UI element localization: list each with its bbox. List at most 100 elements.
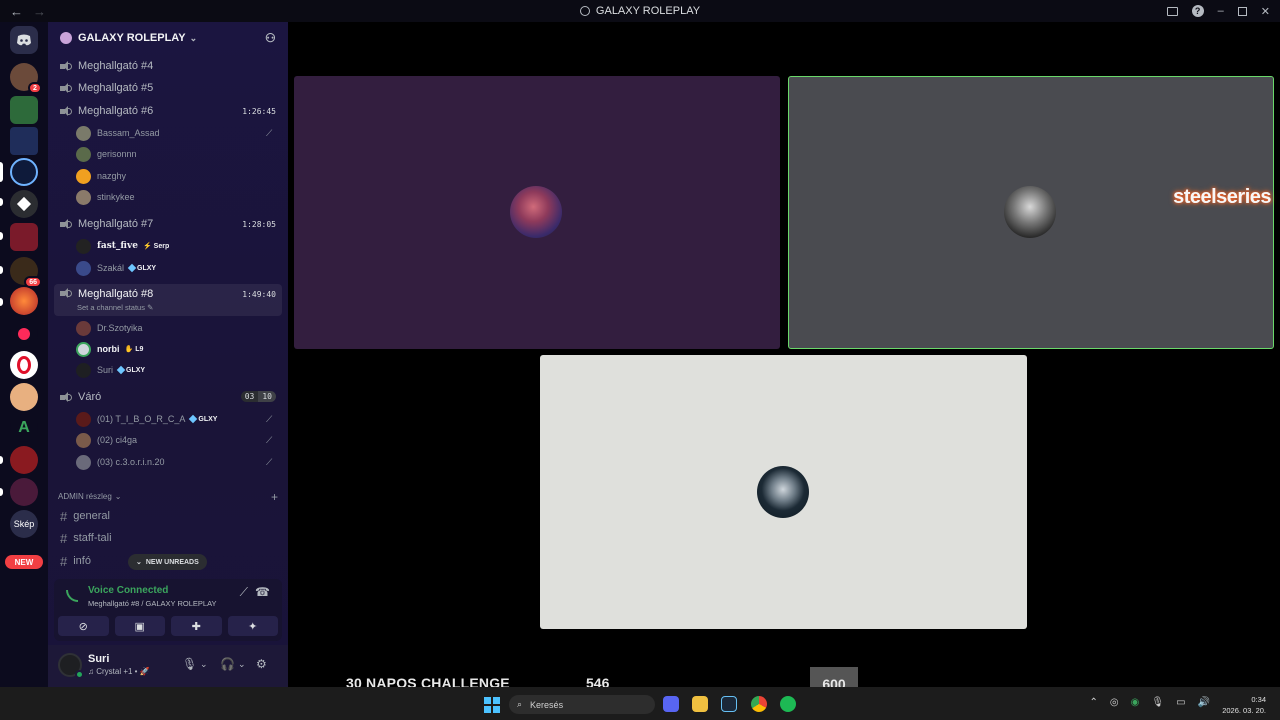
minimize-button[interactable]: – — [1218, 5, 1224, 17]
invite-people-icon[interactable]: ⚇ — [265, 31, 278, 45]
server-opera-icon[interactable] — [10, 351, 38, 379]
volume-icon[interactable]: 🔊 — [1198, 697, 1210, 708]
spotify-icon[interactable] — [780, 696, 796, 712]
server-fortnite-icon[interactable] — [10, 127, 38, 155]
camera-off-button[interactable]: ⊘ — [58, 616, 109, 636]
disconnect-icon[interactable]: ☎ — [255, 585, 270, 599]
speaker-icon — [60, 60, 72, 72]
mic-options-chevron-icon[interactable]: ⌄ — [200, 659, 208, 670]
maximize-button[interactable] — [1237, 6, 1247, 16]
channel-name: Meghallgató #7 — [78, 218, 154, 230]
voice-user[interactable]: stinkykee — [76, 187, 282, 207]
server-header[interactable]: GALAXY ROLEPLAY ⌄ ⚇ — [48, 22, 288, 54]
channel-timer: 1:49:40 — [242, 290, 276, 299]
voice-user[interactable]: (01) T_I_B_O_R_C_A GLXY ⟋ — [76, 409, 282, 429]
voice-user[interactable]: fast_five ⚡ Serp — [76, 236, 282, 256]
gear-icon[interactable]: ⚙ — [256, 657, 267, 671]
voice-channel[interactable]: Váró 03 10 — [54, 387, 282, 407]
discord-taskbar-icon[interactable] — [663, 696, 679, 712]
server-elden-icon[interactable] — [10, 96, 38, 124]
avatar — [76, 320, 91, 336]
voice-user[interactable]: (03) c.3.o.r.i.n.20 ⟋ — [76, 452, 282, 472]
voice-status-subtitle[interactable]: Meghallgató #8 / GALAXY ROLEPLAY — [88, 599, 217, 608]
window-title: GALAXY ROLEPLAY — [0, 0, 1280, 22]
home-discord-icon[interactable] — [10, 26, 38, 54]
avatar — [76, 260, 91, 276]
tray-app-icon[interactable]: ◎ — [1110, 697, 1119, 708]
forward-arrow-icon[interactable]: → — [33, 4, 46, 19]
add-channel-icon[interactable]: + — [271, 490, 278, 504]
avatar — [76, 238, 91, 254]
video-tile[interactable] — [294, 76, 780, 349]
back-arrow-icon[interactable]: ← — [10, 4, 23, 19]
windows-start-icon[interactable] — [484, 697, 500, 713]
window-controls: ? – ✕ — [1166, 0, 1270, 22]
server-arrow-icon[interactable] — [10, 320, 38, 348]
server-skep-icon[interactable]: Skép — [10, 510, 38, 538]
server-red-icon[interactable] — [10, 223, 38, 251]
server-nomad-icon[interactable]: 66 — [10, 257, 42, 288]
microphone-icon[interactable]: 🎙 — [182, 657, 197, 671]
taskbar-clock[interactable]: 0:34 2026. 03. 20. — [1222, 694, 1266, 716]
server-cat-icon[interactable]: 2 — [10, 63, 42, 94]
gem-icon — [127, 263, 137, 273]
new-unreads-button[interactable]: ⌄ NEW UNREADS — [128, 554, 207, 570]
participant-avatar — [510, 186, 562, 238]
video-tile-speaking[interactable]: steelseries — [788, 76, 1274, 349]
user-name: Suri — [97, 365, 114, 375]
voice-user[interactable]: nazghy — [76, 166, 282, 186]
server-flame-icon[interactable] — [10, 287, 38, 315]
avatar — [76, 168, 91, 184]
noise-suppression-icon[interactable]: ⟋ — [240, 585, 248, 600]
gem-icon — [189, 414, 198, 424]
taskbar-search[interactable]: ⌕ Keresés — [509, 695, 655, 714]
user-name: gerisonnn — [97, 149, 137, 159]
voice-user[interactable]: Szakál GLXY — [76, 258, 282, 278]
close-button[interactable]: ✕ — [1261, 5, 1270, 18]
server-rail: 2 66 A Skép NEW — [0, 22, 48, 687]
text-channel[interactable]: # general — [54, 506, 282, 526]
video-tile[interactable] — [540, 355, 1027, 629]
voice-channel[interactable]: Meghallgató #4 — [54, 56, 282, 76]
voice-user[interactable]: (02) ci4ga ⟋ — [76, 430, 282, 450]
voice-user[interactable]: norbi ✋ L9 — [76, 339, 282, 359]
headphones-icon[interactable]: 🎧 — [220, 657, 235, 671]
tray-app-icon[interactable]: ◉ — [1131, 697, 1140, 708]
channel-status[interactable]: Set a channel status ✎ — [77, 303, 153, 312]
server-galaxy2-icon[interactable] — [10, 478, 38, 506]
inbox-icon[interactable] — [1166, 6, 1178, 16]
steam-icon[interactable] — [721, 696, 737, 712]
voice-user[interactable]: Bassam_Assad ⟋ — [76, 123, 282, 143]
pencil-icon: ✎ — [147, 303, 154, 312]
voice-status-title[interactable]: Voice Connected — [88, 585, 168, 596]
server-avatar-icon[interactable] — [10, 383, 38, 411]
help-icon[interactable]: ? — [1191, 5, 1204, 17]
server-dice-icon[interactable] — [10, 190, 38, 218]
chrome-icon[interactable] — [751, 696, 767, 712]
audio-options-chevron-icon[interactable]: ⌄ — [238, 659, 246, 670]
clock-date: 2026. 03. 20. — [1222, 706, 1266, 715]
activities-button[interactable]: ✚ — [171, 616, 222, 636]
microphone-icon[interactable]: 🎙 — [1151, 697, 1164, 708]
network-icon[interactable]: ▭ — [1176, 697, 1185, 708]
voice-channel[interactable]: Meghallgató #7 1:28:05 — [54, 214, 282, 234]
voice-channel[interactable]: Meghallgató #5 — [54, 78, 282, 98]
new-servers-badge[interactable]: NEW — [5, 555, 43, 569]
text-channel[interactable]: # staff-tali — [54, 528, 282, 548]
file-explorer-icon[interactable] — [692, 696, 708, 712]
voice-user[interactable]: Suri GLXY — [76, 360, 282, 380]
server-g-icon[interactable] — [10, 446, 38, 474]
voice-user[interactable]: gerisonnn — [76, 144, 282, 164]
channel-name: Meghallgató #8 — [78, 288, 154, 300]
voice-channel[interactable]: Meghallgató #6 1:26:45 — [54, 101, 282, 121]
category-header[interactable]: ADMIN részleg ⌄ + — [58, 490, 278, 504]
screen-share-button[interactable]: ▣ — [114, 616, 165, 636]
voice-user[interactable]: Dr.Szotyika — [76, 318, 282, 338]
user-name[interactable]: Suri — [88, 653, 109, 665]
signal-icon[interactable] — [66, 590, 78, 602]
server-galaxy-icon[interactable] — [10, 158, 38, 186]
server-a-icon[interactable]: A — [10, 414, 38, 442]
voice-channel-active[interactable]: Meghallgató #8 1:49:40 Set a channel sta… — [54, 284, 282, 316]
tray-expand-icon[interactable]: ⌃ — [1090, 697, 1098, 708]
soundboard-button[interactable]: ✦ — [227, 616, 278, 636]
